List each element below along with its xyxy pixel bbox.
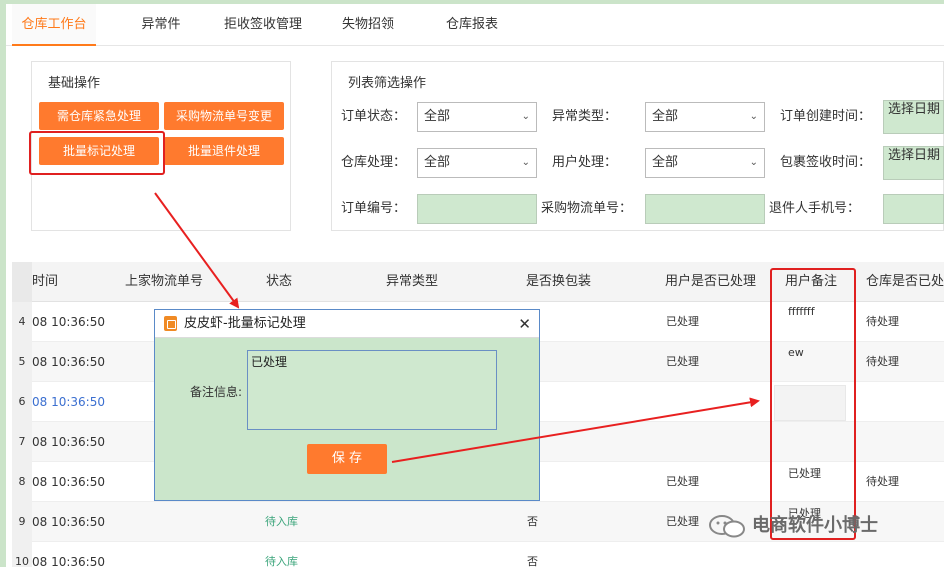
wechat-icon xyxy=(709,515,745,538)
arrow-to-dialog xyxy=(154,192,240,309)
watermark-text: 电商软件小博士 xyxy=(752,515,878,536)
watermark: 电商软件小博士 xyxy=(708,512,928,540)
annotation-arrows xyxy=(154,192,760,463)
arrow-to-note xyxy=(391,397,760,463)
